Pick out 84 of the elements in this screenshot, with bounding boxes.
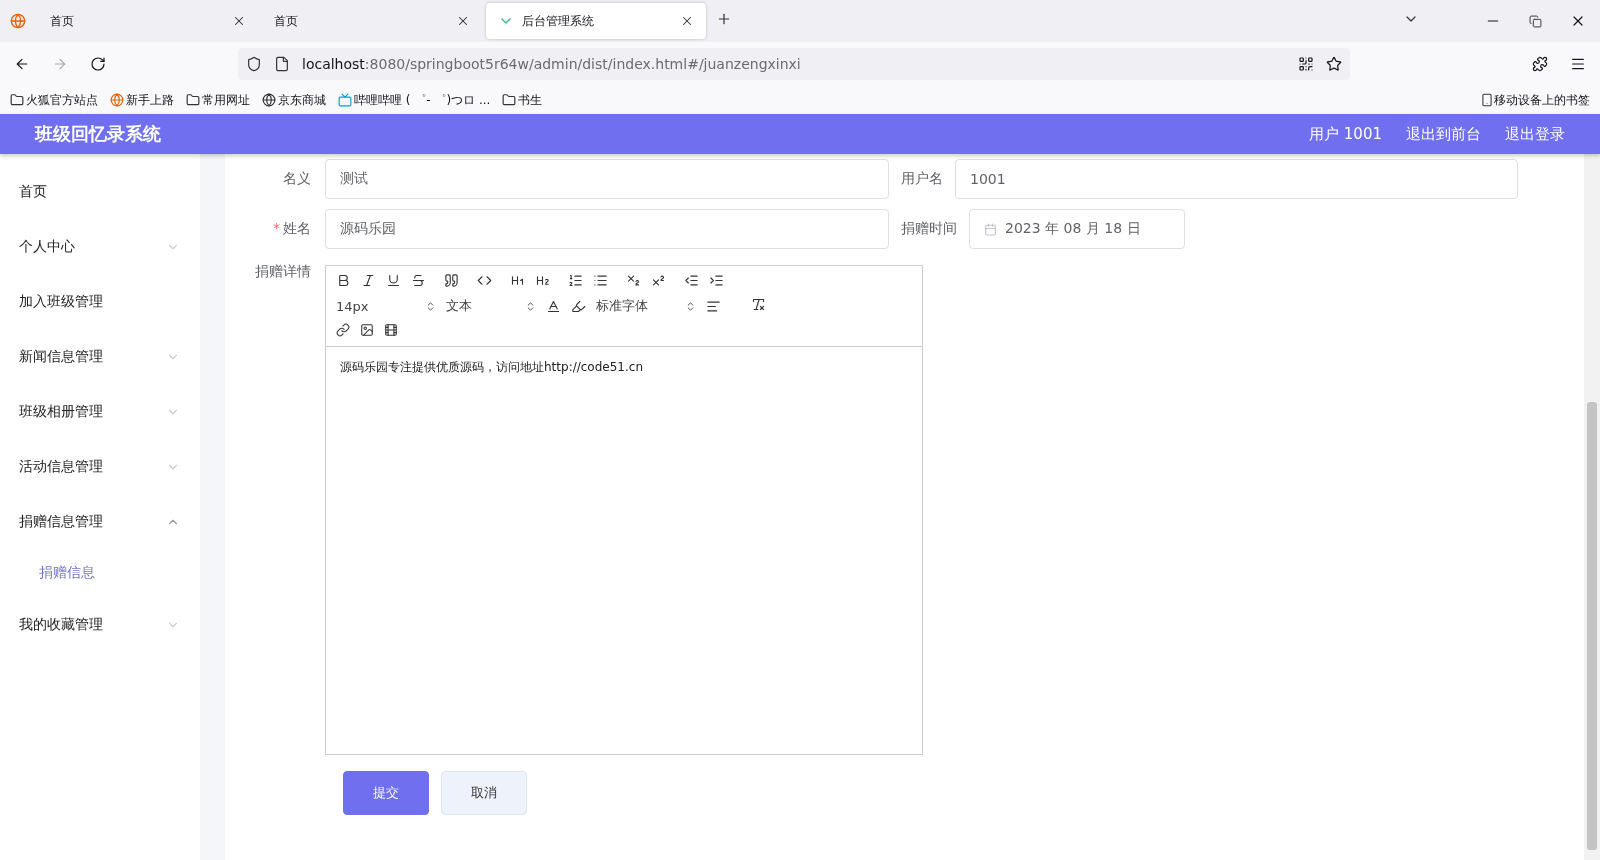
close-icon[interactable] — [232, 14, 246, 28]
strikethrough-icon[interactable] — [411, 272, 426, 288]
ordered-list-icon[interactable] — [568, 272, 583, 288]
globe-icon — [262, 93, 276, 107]
underline-icon[interactable] — [386, 272, 401, 288]
input-field[interactable]: 源码乐园 — [325, 209, 889, 249]
folder-icon — [10, 93, 24, 107]
browser-tab[interactable]: 首页 — [262, 0, 482, 42]
sidebar-item[interactable]: 班级相册管理 — [0, 384, 200, 439]
scrollbar[interactable] — [1584, 154, 1600, 860]
sidebar-item[interactable]: 个人中心 — [0, 219, 200, 274]
highlight-icon[interactable] — [571, 298, 586, 314]
reload-icon[interactable] — [90, 56, 106, 72]
field-label: 捐赠时间 — [901, 220, 957, 236]
sidebar-item[interactable]: 捐赠信息管理 — [0, 494, 200, 549]
user-name: 用户 1001 — [1309, 124, 1382, 144]
bookmark-item[interactable]: 新手上路 — [126, 91, 174, 109]
video-icon[interactable] — [384, 323, 398, 337]
app-title: 班级回忆录系统 — [35, 122, 162, 146]
folder-icon — [502, 93, 517, 107]
browser-logo-icon — [110, 93, 124, 107]
bookmark-star-icon[interactable] — [1326, 56, 1342, 72]
sidebar-subitem[interactable]: 捐赠信息 — [0, 549, 200, 597]
restore-icon[interactable] — [1529, 13, 1542, 29]
address-bar[interactable]: localhost:8080/springboot5r64w/admin/dist/index.html#/juanzengxinxi — [238, 48, 1350, 80]
input-field[interactable]: 1001 — [955, 159, 1518, 199]
bookmark-item[interactable]: 书生 — [518, 91, 543, 109]
cancel-button[interactable]: 取消 — [441, 771, 527, 815]
clear-format-icon[interactable] — [751, 296, 766, 312]
sidebar-item[interactable]: 我的收藏管理 — [0, 597, 200, 652]
new-tab-icon[interactable] — [716, 11, 732, 27]
extensions-icon[interactable] — [1532, 56, 1548, 72]
browser-tab[interactable]: 首页 — [38, 0, 258, 42]
shield-icon[interactable] — [246, 56, 262, 72]
select-field[interactable]: 标准字体 — [596, 297, 696, 315]
bookmark-item[interactable]: 哔哩哔哩 ( ゜- ゜)つロ ... — [354, 91, 491, 109]
qr-code-icon[interactable] — [1298, 56, 1314, 72]
bookmark-item[interactable]: 火狐官方站点 — [26, 91, 98, 109]
field-label: 捐赠详情 — [254, 263, 312, 281]
bullet-list-icon[interactable] — [593, 272, 608, 288]
select-arrow-icon — [425, 300, 436, 312]
italic-icon[interactable] — [361, 272, 376, 288]
editor-text: 源码乐园专注提供优质源码，访问地址http://code51.cn — [339, 359, 644, 376]
image-icon[interactable] — [360, 323, 374, 337]
outdent-icon[interactable] — [684, 272, 699, 288]
select-arrow-icon — [685, 300, 696, 312]
menu-icon[interactable] — [1570, 56, 1586, 72]
header-link[interactable]: 退出到前台 — [1406, 124, 1481, 144]
field-label: 姓名 — [283, 220, 311, 236]
select-field[interactable]: 14px — [336, 298, 436, 314]
header-link[interactable]: 退出登录 — [1505, 124, 1565, 144]
subscript-icon[interactable] — [626, 272, 641, 288]
tv-icon — [338, 93, 352, 107]
indent-icon[interactable] — [709, 272, 724, 288]
quote-icon[interactable] — [444, 272, 459, 288]
superscript-icon[interactable] — [651, 272, 666, 288]
browser-tab[interactable]: 后台管理系统 — [486, 3, 706, 39]
align-icon[interactable] — [706, 298, 721, 314]
back-icon[interactable] — [14, 56, 30, 72]
font-color-icon[interactable] — [546, 298, 561, 314]
select-arrow-icon — [525, 300, 536, 312]
folder-icon — [186, 93, 200, 107]
required-mark: * — [273, 220, 280, 236]
page-icon[interactable] — [274, 56, 290, 72]
calendar-icon — [984, 222, 997, 236]
phone-icon[interactable] — [1480, 93, 1494, 107]
field-label: 用户名 — [901, 170, 943, 186]
link-icon[interactable] — [336, 323, 350, 337]
submit-button[interactable]: 提交 — [343, 771, 429, 815]
bookmark-item[interactable]: 常用网址 — [202, 91, 250, 109]
close-icon[interactable] — [456, 14, 470, 28]
sidebar-item[interactable]: 加入班级管理 — [0, 274, 200, 329]
field-label: 名义 — [283, 170, 311, 186]
bold-icon[interactable] — [336, 272, 351, 288]
rich-text-editor[interactable]: 14px 文本 标准字体 源码乐园专注提供优质源码，访问地址http://code51.cn — [325, 265, 923, 755]
date-field[interactable]: 2023 年 08 月 18 日 — [969, 209, 1185, 249]
sidebar-item[interactable]: 活动信息管理 — [0, 439, 200, 494]
select-field[interactable]: 文本 — [446, 297, 536, 315]
input-field[interactable]: 测试 — [325, 159, 889, 199]
bookmark-item[interactable]: 移动设备上的书签 — [1494, 91, 1590, 109]
sidebar-item[interactable]: 首页 — [0, 164, 200, 219]
bookmark-item[interactable]: 京东商城 — [278, 91, 326, 109]
sidebar-item[interactable]: 新闻信息管理 — [0, 329, 200, 384]
close-icon[interactable] — [680, 14, 694, 28]
